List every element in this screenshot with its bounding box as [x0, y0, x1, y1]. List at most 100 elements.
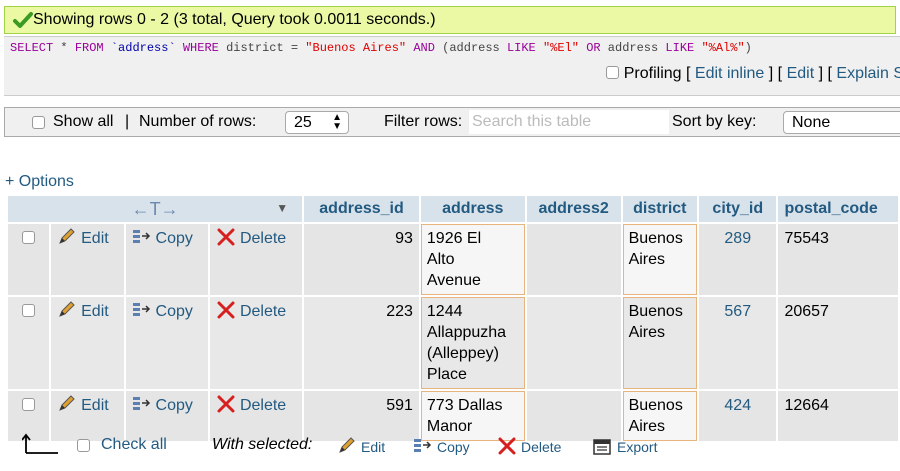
cell-postal-code[interactable]: 75543 — [778, 224, 898, 295]
table-header-row: ←T→ ▼ address_id address address2 distri… — [8, 196, 898, 222]
cell-address-id[interactable]: 591 — [304, 391, 419, 441]
cell-district[interactable]: Buenos Aires — [622, 224, 698, 295]
navigation-bar: Show all | Number of rows: 25 ▲ ▼ Filter r… — [4, 107, 900, 137]
sql-query: SELECT * FROM `address` WHERE district =… — [10, 41, 752, 55]
pencil-icon — [59, 301, 75, 317]
success-message: Showing rows 0 - 2 (3 total, Query took … — [4, 6, 896, 34]
sql-star: * — [53, 41, 75, 55]
sql-from: FROM — [74, 41, 104, 55]
bottom-actions-bar: Check all With selected: Edit Copy Delet… — [0, 433, 900, 466]
row-delete-button[interactable]: Delete — [209, 297, 303, 389]
pencil-icon — [339, 437, 355, 453]
copy-rows-icon — [414, 439, 432, 452]
arrow-up-icon — [22, 433, 58, 454]
city-id-link[interactable]: 567 — [724, 303, 751, 320]
bulk-delete-button[interactable]: Delete — [497, 437, 561, 455]
cell-address2[interactable] — [526, 224, 621, 295]
sql-paren-close: ) — [744, 41, 752, 55]
row-edit-button[interactable]: Edit — [51, 297, 124, 389]
cell-district[interactable]: Buenos Aires — [622, 297, 698, 389]
filter-rows-input[interactable] — [469, 110, 669, 134]
copy-rows-icon — [132, 230, 150, 243]
edit-query-link[interactable]: Edit — [787, 65, 815, 82]
options-link[interactable]: + Options — [5, 173, 74, 191]
city-id-link[interactable]: 424 — [724, 397, 751, 414]
row-copy-button[interactable]: Copy — [125, 391, 208, 441]
check-all-checkbox[interactable] — [77, 439, 90, 452]
copy-rows-icon — [132, 303, 150, 316]
cell-address-id[interactable]: 93 — [304, 224, 419, 295]
row-delete-button[interactable]: Delete — [209, 224, 303, 295]
row-checkbox[interactable] — [22, 231, 36, 244]
row-checkbox[interactable] — [22, 398, 36, 411]
profiling-checkbox[interactable] — [606, 66, 620, 79]
nav-separator: | — [125, 113, 130, 130]
row-copy-button[interactable]: Copy — [125, 297, 208, 389]
city-id-link[interactable]: 289 — [724, 230, 751, 247]
explain-sql-link[interactable]: Explain S — [836, 65, 900, 82]
show-all-label: Show all — [53, 113, 114, 130]
cell-district[interactable]: Buenos Aires — [622, 391, 698, 441]
cell-city-id[interactable]: 424 — [699, 391, 777, 441]
header-address2[interactable]: address2 — [526, 196, 621, 222]
bulk-copy-button[interactable]: Copy — [413, 437, 470, 455]
cell-address2[interactable] — [526, 391, 621, 441]
cell-address2[interactable] — [526, 297, 621, 389]
cell-postal-code[interactable]: 12664 — [778, 391, 898, 441]
show-all-checkbox[interactable] — [32, 116, 45, 129]
row-edit-button[interactable]: Edit — [51, 391, 124, 441]
delete-x-icon — [498, 437, 516, 455]
row-delete-button[interactable]: Delete — [209, 391, 303, 441]
edit-inline-link[interactable]: Edit inline — [695, 65, 764, 82]
sql-select: SELECT — [10, 41, 54, 55]
sql-eq: = — [290, 41, 299, 55]
header-address-id[interactable]: address_id — [304, 196, 419, 222]
pencil-icon — [59, 228, 75, 244]
resize-columns-icon[interactable]: ←T→ — [132, 199, 179, 219]
sql-col: district — [226, 41, 284, 55]
sql-query-box: SELECT * FROM `address` WHERE district =… — [4, 36, 900, 96]
sql-or: OR — [586, 41, 601, 55]
sort-key-select[interactable]: None — [783, 111, 900, 134]
sql-val2: "%El" — [542, 41, 579, 55]
export-icon — [593, 439, 611, 455]
row-checkbox[interactable] — [22, 304, 36, 317]
delete-x-icon — [217, 228, 235, 246]
cell-address[interactable]: 1244 Allappuzha (Alleppey) Place — [420, 297, 525, 389]
sql-val1: "Buenos Aires" — [305, 41, 407, 55]
sql-table: `address` — [110, 41, 176, 55]
check-all-link[interactable]: Check all — [101, 436, 167, 454]
cell-postal-code[interactable]: 20657 — [778, 297, 898, 389]
sql-val3: "%Al%" — [701, 41, 745, 55]
cell-city-id[interactable]: 567 — [699, 297, 777, 389]
spinner-icon: ▲ ▼ — [332, 112, 342, 132]
row-select-cell — [8, 224, 50, 295]
header-district[interactable]: district — [622, 196, 698, 222]
header-postal-code[interactable]: postal_code — [778, 196, 898, 222]
sql-paren-open: (address — [442, 41, 500, 55]
bulk-edit-button[interactable]: Edit — [337, 437, 385, 455]
profiling-label: Profiling — [623, 65, 682, 82]
success-text: Showing rows 0 - 2 (3 total, Query took … — [33, 11, 436, 28]
check-icon — [13, 12, 33, 28]
copy-rows-icon — [132, 397, 150, 410]
row-select-cell — [8, 297, 50, 389]
filter-label: Filter rows: — [384, 113, 463, 130]
sql-col3: address — [607, 41, 659, 55]
column-menu-icon[interactable]: ▼ — [276, 201, 288, 215]
header-city-id[interactable]: city_id — [699, 196, 777, 222]
bulk-export-button[interactable]: Export — [593, 437, 657, 455]
sort-label: Sort by key: — [672, 113, 757, 130]
cell-city-id[interactable]: 289 — [699, 224, 777, 295]
table-row: Edit Copy Delete 591 773 Dallas Manor Buenos Ai… — [8, 391, 898, 441]
rows-select[interactable]: 25 ▲ ▼ — [285, 111, 349, 134]
header-address[interactable]: address — [420, 196, 525, 222]
pencil-icon — [59, 395, 75, 411]
cell-address-id[interactable]: 223 — [304, 297, 419, 389]
table-row: Edit Copy Delete 93 1926 El Alto Avenue Buenos A… — [8, 224, 898, 295]
cell-address[interactable]: 1926 El Alto Avenue — [420, 224, 525, 295]
cell-address[interactable]: 773 Dallas Manor — [420, 391, 525, 441]
rows-label: Number of rows: — [139, 113, 257, 130]
row-edit-button[interactable]: Edit — [51, 224, 124, 295]
row-copy-button[interactable]: Copy — [125, 224, 208, 295]
